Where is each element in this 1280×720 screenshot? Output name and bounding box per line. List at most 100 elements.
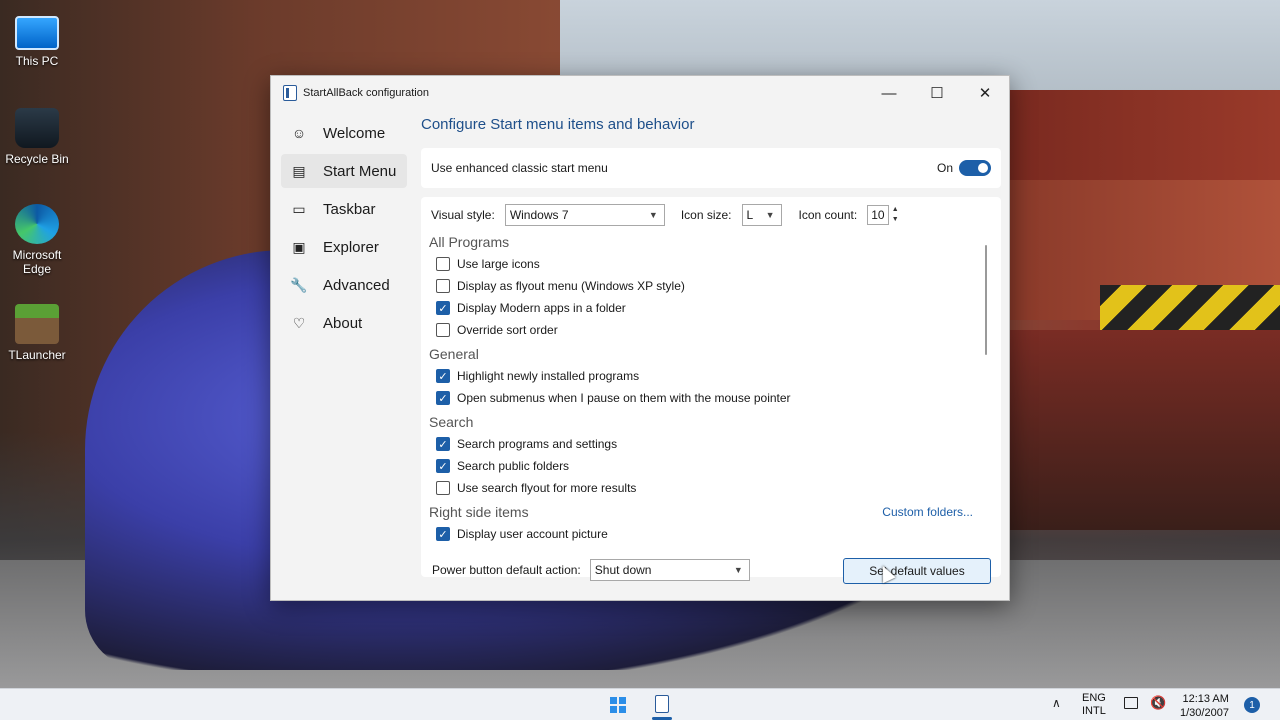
scrollbar[interactable] — [985, 245, 987, 355]
sidebar-item-about[interactable]: ♡ About — [281, 306, 407, 340]
checkbox[interactable]: ✓ — [436, 301, 450, 315]
option-open-submenus[interactable]: ✓ Open submenus when I pause on them wit… — [421, 387, 1001, 409]
option-label: Highlight newly installed programs — [457, 369, 640, 383]
option-override-sort[interactable]: Override sort order — [421, 319, 1001, 341]
smiley-icon: ☺ — [291, 125, 307, 141]
chevron-down-icon: ▼ — [733, 565, 743, 575]
option-highlight-new[interactable]: ✓ Highlight newly installed programs — [421, 365, 1001, 387]
sidebar-item-taskbar[interactable]: ▭ Taskbar — [281, 192, 407, 226]
language-indicator[interactable]: ENG INTL — [1082, 692, 1106, 718]
checkbox[interactable]: ✓ — [436, 369, 450, 383]
checkbox[interactable] — [436, 257, 450, 271]
power-action-select[interactable]: Shut down ▼ — [589, 559, 750, 581]
option-flyout-menu[interactable]: Display as flyout menu (Windows XP style… — [421, 275, 1001, 297]
section-general: General — [429, 346, 479, 362]
startallback-taskbar-icon[interactable] — [655, 695, 669, 713]
keyboard-layout: INTL — [1082, 705, 1106, 717]
chevron-up-icon[interactable]: ∧ — [1052, 696, 1061, 710]
section-search: Search — [429, 414, 474, 430]
sidebar-item-welcome[interactable]: ☺ Welcome — [281, 116, 407, 150]
option-search-flyout[interactable]: Use search flyout for more results — [421, 477, 1001, 499]
main-content: Configure Start menu items and behavior … — [421, 116, 1001, 577]
icon-count-input[interactable]: 10 — [867, 205, 890, 225]
sidebar-item-label: Advanced — [323, 276, 390, 294]
set-default-values-button[interactable]: Set default values — [843, 558, 991, 584]
maximize-button[interactable]: ☐ — [913, 76, 961, 110]
sidebar-item-label: About — [323, 314, 363, 332]
checkbox[interactable]: ✓ — [436, 459, 450, 473]
option-label: Search programs and settings — [457, 437, 618, 451]
clock-date: 1/30/2007 — [1180, 707, 1229, 719]
sidebar-item-label: Taskbar — [323, 200, 376, 218]
option-label: Open submenus when I pause on them with … — [457, 391, 791, 405]
window-title: StartAllBack configuration — [303, 87, 429, 99]
checkbox[interactable] — [436, 279, 450, 293]
volume-muted-icon[interactable]: 🔇 — [1150, 695, 1166, 711]
checkbox[interactable] — [436, 323, 450, 337]
option-label: Override sort order — [457, 323, 558, 337]
desktop-icon-label: TLauncher — [8, 348, 66, 362]
options-card: Visual style: Windows 7 ▼ Icon size: L ▼… — [421, 197, 1001, 577]
edge-icon — [15, 204, 59, 244]
heart-icon: ♡ — [292, 314, 306, 331]
language-code: ENG — [1082, 692, 1106, 704]
clock[interactable]: 12:13 AM 1/30/2007 — [1180, 692, 1229, 720]
notification-badge[interactable]: 1 — [1244, 697, 1260, 713]
network-icon[interactable] — [1124, 697, 1138, 709]
option-label: Search public folders — [457, 459, 570, 473]
icon-size-label: Icon size: — [680, 208, 732, 222]
section-all-programs: All Programs — [429, 234, 510, 250]
recycle-bin-icon — [15, 108, 59, 148]
taskbar-icon: ▭ — [292, 200, 306, 217]
windows-start-icon[interactable] — [610, 697, 626, 713]
icon-count-label: Icon count: — [798, 208, 858, 222]
taskbar: ∧ ENG INTL 🔇 12:13 AM 1/30/2007 1 — [0, 688, 1280, 720]
visual-style-value: Windows 7 — [509, 208, 569, 222]
desktop-icon-recycle-bin[interactable]: Recycle Bin — [0, 108, 74, 166]
page-title: Configure Start menu items and behavior — [421, 116, 695, 133]
folder-icon: ▣ — [292, 238, 306, 255]
title-bar[interactable]: StartAllBack configuration — ☐ ✕ — [271, 76, 1009, 110]
config-window: StartAllBack configuration — ☐ ✕ ☺ Welco… — [270, 75, 1010, 601]
sidebar-item-start-menu[interactable]: ▤ Start Menu — [281, 154, 407, 188]
desktop-icon-label: Microsoft Edge — [12, 248, 62, 276]
power-row: Power button default action: Shut down ▼… — [421, 554, 1001, 586]
custom-folders-link[interactable]: Custom folders... — [882, 501, 973, 523]
power-action-value: Shut down — [594, 563, 652, 577]
icon-size-value: L — [746, 208, 754, 222]
checkbox[interactable]: ✓ — [436, 391, 450, 405]
section-title: Right side items — [429, 504, 529, 520]
chevron-down-icon: ▼ — [765, 210, 775, 220]
option-modern-apps-folder[interactable]: ✓ Display Modern apps in a folder — [421, 297, 1001, 319]
enhanced-menu-card: Use enhanced classic start menu On — [421, 148, 1001, 188]
checkbox[interactable]: ✓ — [436, 437, 450, 451]
section-right-side: Right side items Custom folders... — [421, 501, 1001, 523]
desktop-icon-tlauncher[interactable]: TLauncher — [0, 304, 74, 362]
visual-style-select[interactable]: Windows 7 ▼ — [504, 204, 665, 226]
icon-count-stepper[interactable]: ▲ ▼ — [889, 205, 901, 225]
icon-size-select[interactable]: L ▼ — [741, 204, 782, 226]
option-label: Display as flyout menu (Windows XP style… — [457, 279, 685, 293]
option-use-large-icons[interactable]: Use large icons — [421, 253, 1001, 275]
visual-style-label: Visual style: — [431, 208, 495, 222]
minimize-button[interactable]: — — [865, 76, 913, 110]
enhanced-menu-toggle[interactable] — [959, 160, 991, 176]
sidebar-item-label: Start Menu — [323, 162, 397, 180]
option-search-programs[interactable]: ✓ Search programs and settings — [421, 433, 1001, 455]
sidebar-item-advanced[interactable]: 🔧 Advanced — [281, 268, 407, 302]
app-icon — [283, 85, 297, 101]
wrench-icon: 🔧 — [290, 276, 308, 293]
sidebar-item-explorer[interactable]: ▣ Explorer — [281, 230, 407, 264]
option-user-picture[interactable]: ✓ Display user account picture — [421, 523, 1001, 545]
power-action-label: Power button default action: — [432, 563, 581, 577]
start-menu-icon: ▤ — [292, 162, 306, 179]
option-search-public[interactable]: ✓ Search public folders — [421, 455, 1001, 477]
desktop-icon-this-pc[interactable]: This PC — [0, 10, 74, 68]
option-label: Use search flyout for more results — [457, 481, 637, 495]
checkbox[interactable]: ✓ — [436, 527, 450, 541]
desktop-icon-edge[interactable]: Microsoft Edge — [0, 204, 74, 276]
close-button[interactable]: ✕ — [961, 76, 1009, 110]
option-label: Display Modern apps in a folder — [457, 301, 626, 315]
clock-time: 12:13 AM — [1182, 693, 1229, 705]
checkbox[interactable] — [436, 481, 450, 495]
